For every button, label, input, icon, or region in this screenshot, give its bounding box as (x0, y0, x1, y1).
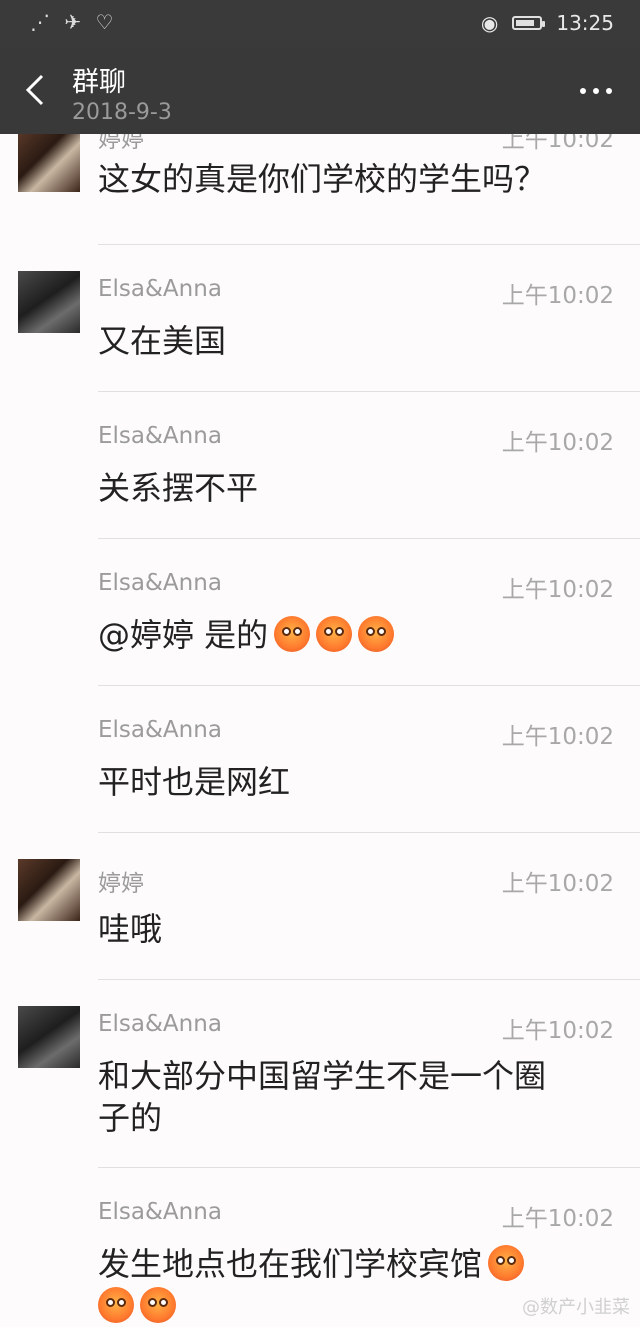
message-text[interactable]: @婷婷 是的 (98, 614, 618, 656)
chat-title: 群聊 (72, 67, 126, 98)
sender-name: Elsa&Anna (98, 570, 222, 596)
avatar[interactable] (18, 1006, 80, 1068)
message-time: 上午10:02 (501, 577, 614, 603)
message-line: 和大部分中国留学生不是一个圈 (98, 1057, 547, 1095)
sender-name: Elsa&Anna (98, 1011, 222, 1037)
message-text[interactable]: 哇哦 (98, 908, 618, 950)
avatar[interactable] (18, 859, 80, 921)
list-item: Elsa&Anna 上午10:02 @婷婷 是的 (0, 568, 640, 698)
message-time: 上午10:02 (501, 1018, 614, 1044)
back-arrow-icon[interactable] (24, 74, 46, 106)
avatar[interactable] (18, 134, 80, 192)
divider (98, 244, 640, 245)
divider (98, 391, 640, 392)
message-text[interactable]: 又在美国 (98, 320, 618, 362)
message-text[interactable]: 这女的真是你们学校的学生吗？ (98, 158, 618, 200)
list-item: Elsa&Anna 上午10:02 和大部分中国留学生不是一个圈 子的 (0, 1006, 640, 1179)
message-time: 上午10:02 (501, 134, 614, 153)
list-item: Elsa&Anna 上午10:02 关系摆不平 (0, 421, 640, 551)
message-time: 上午10:02 (501, 1206, 614, 1232)
list-item: Elsa&Anna 上午10:02 又在美国 (0, 271, 640, 404)
sender-name: 婷婷 (98, 134, 144, 153)
sender-name: 婷婷 (98, 871, 144, 897)
message-time: 上午10:02 (501, 724, 614, 750)
flushed-emoji-icon (274, 616, 311, 652)
message-text-content: 发生地点也在我们学校宾馆 (98, 1245, 483, 1283)
divider (98, 1167, 640, 1168)
message-text[interactable]: 平时也是网红 (98, 761, 618, 803)
list-item: 婷婷 上午10:02 这女的真是你们学校的学生吗？ (0, 134, 640, 245)
message-line: 子的 (98, 1099, 163, 1137)
message-text-content: @婷婷 是的 (98, 616, 269, 654)
message-time: 上午10:02 (501, 283, 614, 309)
message-text[interactable]: 关系摆不平 (98, 467, 618, 509)
list-item: 婷婷 上午10:02 哇哦 (0, 859, 640, 992)
sender-name: Elsa&Anna (98, 423, 222, 449)
sender-name: Elsa&Anna (98, 717, 222, 743)
divider (98, 979, 640, 980)
message-text[interactable]: 和大部分中国留学生不是一个圈 子的 (98, 1055, 618, 1139)
battery-icon (512, 16, 546, 30)
watermark: @数产小韭菜 (522, 1297, 630, 1318)
status-bar: ⋰ ✈ ♡ ◉ 13:25 (0, 0, 640, 48)
avatar[interactable] (18, 271, 80, 333)
flushed-emoji-icon (488, 1245, 525, 1281)
status-right: ◉ 13:25 (481, 11, 614, 35)
flushed-emoji-icon (98, 1287, 134, 1323)
sender-name: Elsa&Anna (98, 276, 222, 302)
eye-icon: ◉ (480, 11, 499, 35)
flushed-emoji-icon (358, 616, 395, 652)
divider (98, 538, 640, 539)
message-time: 上午10:02 (501, 430, 614, 456)
chat-date: 2018-9-3 (72, 100, 172, 125)
divider (98, 832, 640, 833)
flushed-emoji-icon (140, 1287, 176, 1323)
more-options-icon[interactable] (580, 88, 612, 94)
clock: 13:25 (556, 11, 614, 35)
message-time: 上午10:02 (501, 871, 614, 897)
status-icons: ⋰ ✈ ♡ (30, 10, 118, 34)
flushed-emoji-icon (316, 616, 353, 652)
chat-list[interactable]: 婷婷 上午10:02 这女的真是你们学校的学生吗？ Elsa&Anna 上午10… (0, 134, 640, 1327)
list-item: Elsa&Anna 上午10:02 平时也是网红 (0, 715, 640, 845)
sender-name: Elsa&Anna (98, 1199, 222, 1225)
divider (98, 685, 640, 686)
title-bar: 群聊 2018-9-3 (0, 48, 640, 134)
